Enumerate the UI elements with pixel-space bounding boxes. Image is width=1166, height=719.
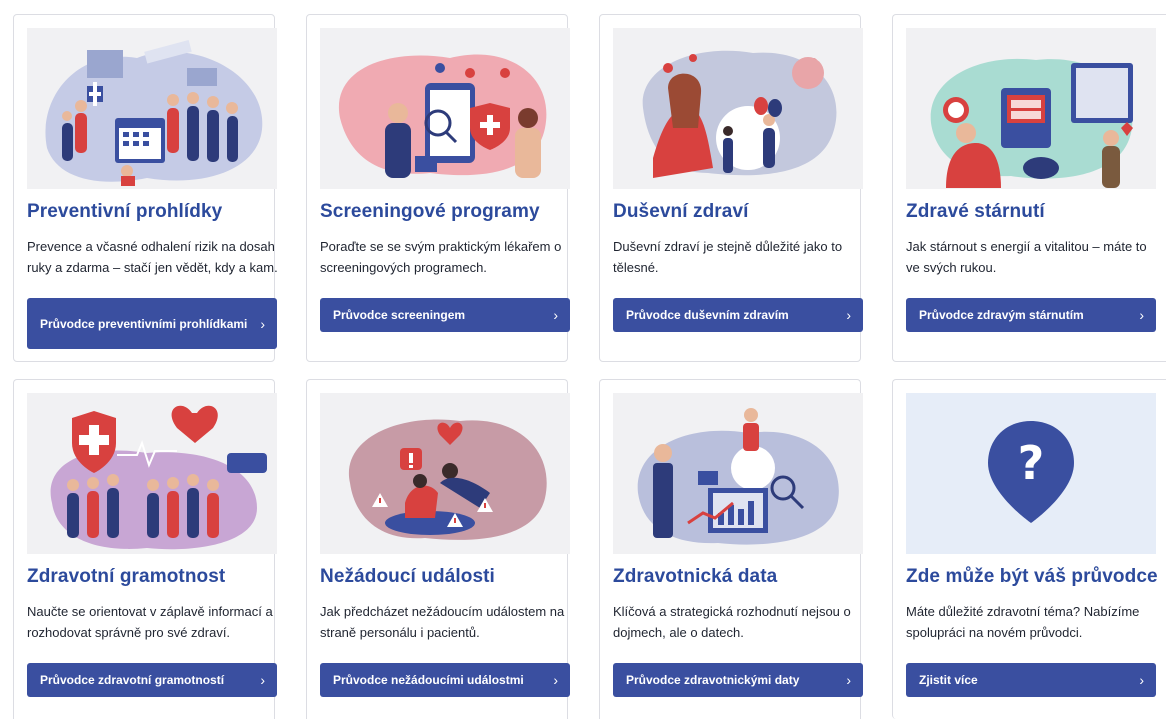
card-description: Naučte se orientovat v záplavě informací… xyxy=(27,604,273,640)
illustration-family-calendar xyxy=(27,28,277,189)
chevron-right-icon: › xyxy=(553,307,558,323)
illustration-healthy-aging xyxy=(906,28,1156,189)
card-title: Nežádoucí události xyxy=(320,566,495,587)
card-description: Duševní zdraví je stejně důležité jako t… xyxy=(613,239,843,275)
guide-zdravotnicka-data-button[interactable]: Průvodce zdravotnickými daty › xyxy=(613,663,863,697)
card-zdrave-starnuti: Zdravé stárnutí Jak stárnout s energií a… xyxy=(892,14,1166,362)
chevron-right-icon: › xyxy=(553,672,558,688)
card-dusevni-zdravi: Duševní zdraví Duševní zdraví je stejně … xyxy=(599,14,863,362)
card-title: Screeningové programy xyxy=(320,201,540,222)
card-title: Zde může být váš průvodce xyxy=(906,566,1158,587)
card-description: Máte důležité zdravotní téma? Nabízíme s… xyxy=(906,604,1140,640)
card-title: Zdravé stárnutí xyxy=(906,201,1045,222)
svg-text:?: ? xyxy=(1018,436,1045,490)
learn-more-button[interactable]: Zjistit více › xyxy=(906,663,1156,697)
illustration-question-pin: ? xyxy=(906,393,1156,554)
chevron-right-icon: › xyxy=(846,672,851,688)
chevron-right-icon: › xyxy=(1139,307,1144,323)
card-description: Jak stárnout s energií a vitalitou – mát… xyxy=(906,239,1147,275)
button-label: Průvodce screeningem xyxy=(333,308,466,322)
card-title: Zdravotnická data xyxy=(613,566,778,587)
guide-screening-button[interactable]: Průvodce screeningem › xyxy=(320,298,570,332)
button-label: Průvodce duševním zdravím xyxy=(626,308,789,322)
card-zdravotnicka-data: Zdravotnická data Klíčová a strategická … xyxy=(599,379,863,719)
card-title: Preventivní prohlídky xyxy=(27,201,223,222)
button-label: Průvodce zdravým stárnutím xyxy=(919,308,1084,322)
button-label: Zjistit více xyxy=(919,673,978,687)
guide-dusevni-zdravi-button[interactable]: Průvodce duševním zdravím › xyxy=(613,298,863,332)
button-label: Průvodce zdravotnickými daty xyxy=(626,673,800,687)
button-label: Průvodce nežádoucími událostmi xyxy=(333,673,524,687)
card-description: Jak předcházet nežádoucím událostem na s… xyxy=(320,604,565,640)
guide-nezadouci-udalosti-button[interactable]: Průvodce nežádoucími událostmi › xyxy=(320,663,570,697)
chevron-right-icon: › xyxy=(1139,672,1144,688)
card-description: Prevence a včasné odhalení rizik na dosa… xyxy=(27,239,278,275)
card-description: Klíčová a strategická rozhodnutí nejsou … xyxy=(613,604,851,640)
guide-zdravotni-gramotnost-button[interactable]: Průvodce zdravotní gramotností › xyxy=(27,663,277,697)
card-zde-muze-byt-vas-pruvodce: ? Zde může být váš průvodce Máte důležit… xyxy=(892,379,1166,719)
card-preventivni-prohlidky: Preventivní prohlídky Prevence a včasné … xyxy=(13,14,278,362)
guide-zdrave-starnuti-button[interactable]: Průvodce zdravým stárnutím › xyxy=(906,298,1156,332)
illustration-health-data xyxy=(613,393,863,554)
guide-preventivni-prohlidky-button[interactable]: Průvodce preventivními prohlídkami › xyxy=(27,298,277,349)
card-screeningove-programy: Screeningové programy Poraďte se se svým… xyxy=(306,14,570,362)
illustration-health-literacy xyxy=(27,393,277,554)
chevron-right-icon: › xyxy=(260,672,265,688)
chevron-right-icon: › xyxy=(260,315,265,332)
card-nezadouci-udalosti: Nežádoucí události Jak předcházet nežádo… xyxy=(306,379,570,719)
button-label: Průvodce zdravotní gramotností xyxy=(40,673,225,687)
illustration-adverse-events xyxy=(320,393,570,554)
illustration-screening-tablet xyxy=(320,28,570,189)
card-zdravotni-gramotnost: Zdravotní gramotnost Naučte se orientova… xyxy=(13,379,277,719)
card-description: Poraďte se se svým praktickým lékařem o … xyxy=(320,239,562,275)
card-title: Duševní zdraví xyxy=(613,201,749,222)
card-title: Zdravotní gramotnost xyxy=(27,566,226,587)
button-label: Průvodce preventivními prohlídkami xyxy=(40,316,248,331)
chevron-right-icon: › xyxy=(846,307,851,323)
illustration-mental-health xyxy=(613,28,863,189)
